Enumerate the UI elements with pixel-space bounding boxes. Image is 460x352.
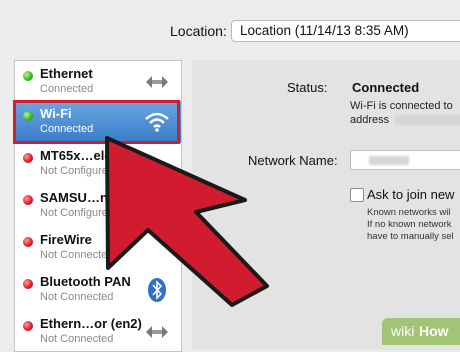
status-dot — [23, 279, 33, 289]
service-name: Ethernet — [40, 66, 93, 81]
location-select[interactable]: Location (11/14/13 8:35 AM) — [231, 20, 460, 42]
service-status: Not Connected — [40, 333, 114, 345]
service-item-ethernet-en2[interactable]: Ethern…or (en2) Not Connected — [15, 311, 181, 351]
blurred-network-name — [369, 156, 409, 165]
known-networks-text-1: Known networks wil — [367, 207, 451, 218]
service-item-bluetooth-pan[interactable]: Bluetooth PAN Not Connected — [15, 269, 181, 311]
network-name-select[interactable] — [350, 150, 460, 170]
service-status: Not Configured — [40, 207, 114, 219]
service-name: Ethern…or (en2) — [40, 316, 142, 331]
service-item-firewire[interactable]: FireWire Not Connected — [15, 227, 181, 269]
status-address: address — [350, 114, 390, 126]
wikihow-watermark: wiki How — [382, 318, 460, 345]
service-item-ethernet[interactable]: Ethernet Connected — [15, 61, 181, 103]
service-name: MT65x…eld — [40, 148, 113, 163]
status-value: Connected — [352, 80, 420, 95]
service-name: FireWire — [40, 232, 92, 247]
service-name: SAMSU…ndroid — [40, 190, 141, 205]
status-dot — [23, 195, 33, 205]
service-item-mt65xx[interactable]: MT65x…eld Not Configured — [15, 143, 181, 185]
status-label: Status: — [287, 80, 328, 95]
status-dot — [23, 321, 33, 331]
location-label: Location: — [170, 23, 227, 39]
status-dot — [23, 71, 33, 81]
wifi-highlight-box — [13, 100, 180, 144]
service-status: Connected — [40, 83, 94, 95]
service-name: Bluetooth PAN — [40, 274, 131, 289]
status-description: Wi-Fi is connected to — [350, 100, 453, 112]
blurred-ip — [395, 115, 460, 125]
ask-join-checkbox[interactable] — [350, 188, 364, 202]
ask-join-label: Ask to join new — [367, 187, 455, 202]
status-dot — [23, 153, 33, 163]
ethernet-arrows-icon — [146, 76, 168, 88]
service-status: Not Connected — [40, 291, 114, 303]
ethernet-arrows-icon — [146, 326, 168, 338]
service-status: Not Configured — [40, 165, 114, 177]
network-name-label: Network Name: — [248, 153, 338, 168]
service-status: Not Connected — [40, 249, 114, 261]
status-dot — [23, 237, 33, 247]
watermark-how: How — [419, 323, 449, 339]
known-networks-text-2: If no known network — [367, 219, 452, 230]
known-networks-text-3: have to manually sel — [367, 231, 454, 242]
watermark-wiki: wiki — [391, 323, 415, 339]
bluetooth-icon — [148, 278, 166, 302]
service-item-samsung[interactable]: SAMSU…ndroid Not Configured — [15, 185, 181, 227]
toolbar: Location: Location (11/14/13 8:35 AM) — [0, 0, 460, 58]
